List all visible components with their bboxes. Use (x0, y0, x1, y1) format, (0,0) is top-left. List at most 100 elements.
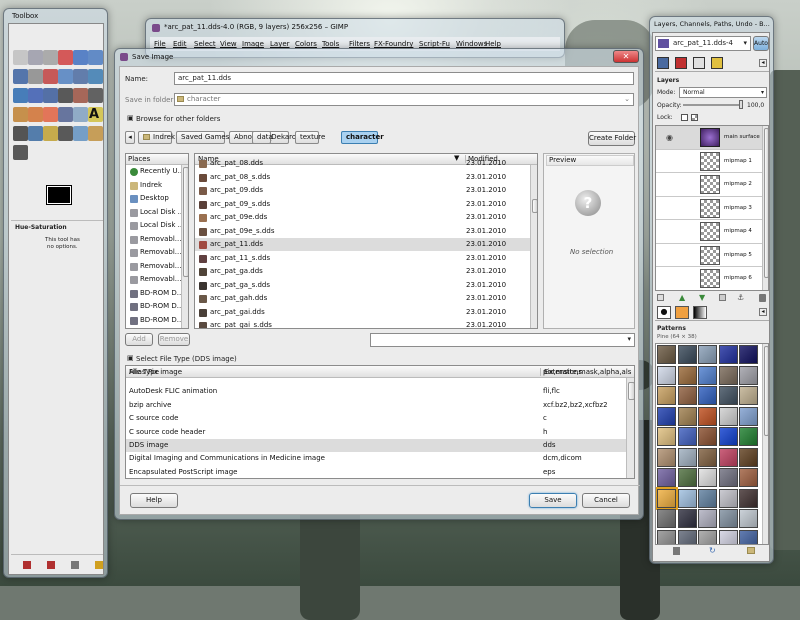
pattern-swatch[interactable] (677, 488, 697, 508)
pattern-swatch[interactable] (739, 427, 758, 446)
color-select-icon[interactable] (73, 50, 88, 65)
pattern-swatch[interactable] (718, 468, 738, 487)
menu-windows[interactable]: Windows (456, 40, 487, 48)
pattern-swatch[interactable] (698, 427, 717, 446)
pattern-swatch[interactable] (698, 447, 717, 467)
pattern-swatch[interactable] (718, 427, 738, 446)
rect-select-icon[interactable] (13, 50, 28, 65)
file-type-row[interactable]: C source code c (126, 412, 626, 425)
fuzzy-select-icon[interactable] (58, 50, 73, 65)
pattern-swatch[interactable] (677, 386, 697, 405)
menu-image[interactable]: Image (242, 40, 264, 48)
pattern-swatch[interactable] (677, 509, 697, 528)
pattern-swatch[interactable] (698, 468, 717, 487)
layer-row[interactable]: mipmap 5 (656, 244, 762, 267)
pattern-swatch[interactable] (657, 509, 676, 528)
align-icon[interactable] (13, 88, 28, 103)
text-tool-icon[interactable]: A (89, 107, 99, 122)
move-icon[interactable] (88, 69, 103, 84)
layer-row[interactable]: mipmap 4 (656, 220, 762, 244)
open-folder-icon[interactable] (747, 547, 755, 554)
pattern-swatch[interactable] (718, 509, 738, 528)
pattern-swatch[interactable] (739, 509, 758, 528)
scrollbar-thumb[interactable] (764, 128, 768, 278)
file-list-scrollbar[interactable] (530, 165, 537, 328)
add-place-button[interactable]: Add (125, 333, 153, 346)
ink-icon[interactable] (43, 126, 58, 141)
file-type-scrollbar[interactable] (626, 378, 634, 478)
file-type-expander[interactable]: Select File Type (DDS image) (136, 355, 237, 363)
lock-alpha-checkbox[interactable] (691, 114, 698, 121)
pattern-swatch[interactable] (677, 427, 697, 446)
tab-menu-icon[interactable]: ◂ (759, 59, 767, 67)
delete-layer-icon[interactable] (759, 294, 766, 302)
perspective-icon[interactable] (88, 88, 103, 103)
breadcrumb-character[interactable]: character (341, 131, 384, 144)
scale-icon[interactable] (58, 88, 73, 103)
pattern-swatch[interactable] (739, 386, 758, 405)
pattern-swatch[interactable] (657, 406, 676, 426)
image-selector[interactable]: arc_pat_11.dds-4 ▾ (655, 36, 751, 51)
file-row[interactable]: arc_pat_09e_s.dds 23.01.2010 (195, 225, 530, 238)
file-type-row[interactable]: DDS image dds (126, 439, 626, 453)
pattern-swatch[interactable] (739, 345, 758, 364)
place-item[interactable]: Removabl... (128, 260, 183, 273)
heal-icon[interactable] (73, 126, 88, 141)
refresh-icon[interactable]: ↻ (709, 546, 716, 555)
save-options-icon[interactable] (23, 561, 31, 569)
menu-edit[interactable]: Edit (173, 40, 187, 48)
browse-folders-expander[interactable]: Browse for other folders (136, 115, 220, 123)
tab-layers-icon[interactable] (657, 57, 669, 69)
raise-layer-icon[interactable]: ▲ (679, 293, 685, 302)
pattern-swatch[interactable] (698, 488, 717, 508)
blur-icon[interactable] (13, 145, 28, 160)
file-row[interactable]: arc_pat_09.dds 23.01.2010 (195, 184, 530, 197)
place-item[interactable]: BD-ROM D... (128, 314, 183, 327)
pattern-swatch[interactable] (657, 447, 676, 467)
eraser-icon[interactable] (13, 126, 28, 141)
pattern-swatch[interactable] (739, 365, 758, 385)
cancel-button[interactable]: Cancel (582, 493, 630, 508)
create-folder-button[interactable]: Create Folder (588, 131, 636, 146)
pattern-swatch[interactable] (698, 529, 717, 544)
layer-row[interactable]: mipmap 6 (656, 267, 762, 290)
pattern-swatch[interactable] (739, 447, 758, 467)
layer-row[interactable]: ◉ main surface (656, 126, 762, 150)
foreground-select-icon[interactable] (13, 69, 28, 84)
pencil-icon[interactable] (73, 107, 88, 122)
help-button[interactable]: Help (130, 493, 178, 508)
scrollbar-thumb[interactable] (183, 167, 188, 277)
crop-icon[interactable] (28, 88, 43, 103)
layer-row[interactable]: mipmap 3 (656, 197, 762, 220)
pattern-swatch[interactable] (718, 386, 738, 405)
mode-combo[interactable]: Normal ▾ (679, 87, 767, 98)
preview-filter-combo[interactable]: ▾ (370, 333, 635, 347)
pattern-swatch[interactable] (739, 406, 758, 426)
tab-gradients-icon[interactable] (693, 306, 707, 319)
tab-patterns-icon[interactable] (675, 306, 689, 319)
clone-icon[interactable] (58, 126, 73, 141)
edit-pattern-icon[interactable] (673, 547, 680, 555)
pattern-swatch[interactable] (657, 427, 676, 446)
pattern-swatch[interactable] (718, 365, 738, 385)
menu-help[interactable]: Help (485, 40, 501, 48)
menu-file[interactable]: File (154, 40, 166, 48)
perspective-clone-icon[interactable] (88, 126, 103, 141)
menu-script-fu[interactable]: Script-Fu (419, 40, 450, 48)
layer-row[interactable]: mipmap 1 (656, 150, 762, 173)
pattern-swatch[interactable] (739, 468, 758, 487)
reset-options-icon[interactable] (95, 561, 103, 569)
scissors-icon[interactable] (88, 50, 103, 65)
place-item[interactable]: Recently U... (128, 165, 184, 178)
breadcrumb-saved-games[interactable]: Saved Games (176, 131, 229, 144)
pattern-swatch[interactable] (739, 529, 758, 544)
menu-fx-foundry[interactable]: FX-Foundry (374, 40, 413, 48)
zoom-icon[interactable] (58, 69, 73, 84)
pattern-swatch[interactable] (677, 468, 697, 487)
file-type-row[interactable]: Digital Imaging and Communications in Me… (126, 452, 626, 465)
menu-select[interactable]: Select (194, 40, 216, 48)
place-item[interactable]: BD-ROM D... (128, 287, 183, 300)
pattern-swatch[interactable] (677, 447, 697, 467)
file-row[interactable]: arc_pat_08_s.dds 23.01.2010 (195, 171, 530, 184)
blend-icon[interactable] (58, 107, 73, 122)
